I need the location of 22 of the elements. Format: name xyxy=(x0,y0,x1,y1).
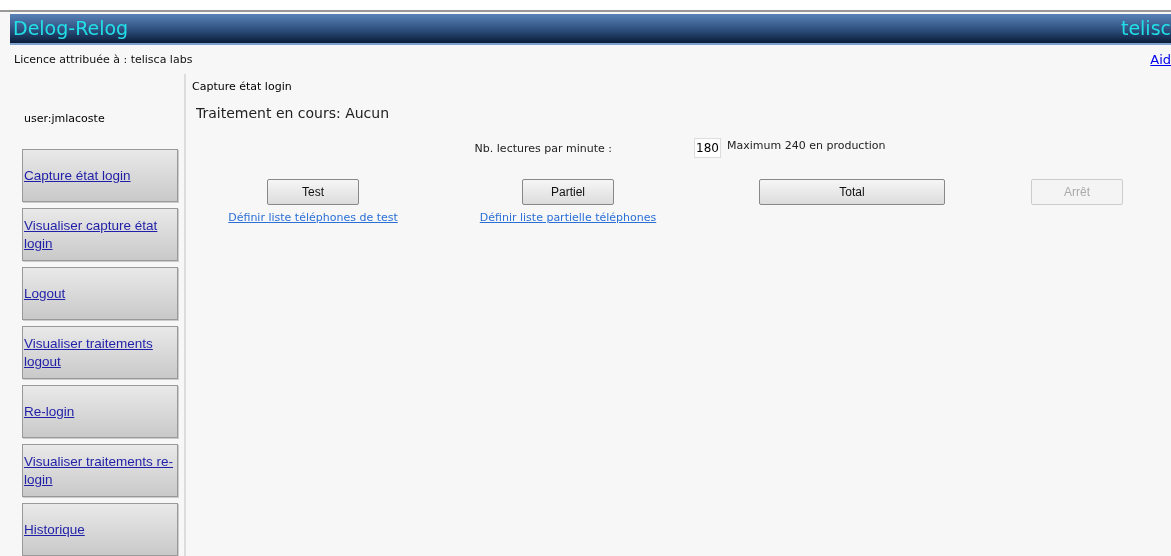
rate-hint: Maximum 240 en production xyxy=(726,138,886,152)
app-title: Delog-Relog xyxy=(12,17,130,40)
rate-label: Nb. lectures par minute : xyxy=(473,141,613,155)
page-title: Capture état login xyxy=(192,79,293,95)
sidebar-item[interactable]: Visualiser traitements re-login xyxy=(22,444,178,497)
action-button[interactable]: Total xyxy=(759,179,945,205)
list-link[interactable]: Définir liste téléphones de test xyxy=(228,211,398,224)
brand-name: telisc xyxy=(1120,17,1171,40)
sidebar-item[interactable]: Capture état login xyxy=(22,149,178,202)
action-button[interactable]: Partiel xyxy=(522,179,614,205)
sidebar-item[interactable]: Historique xyxy=(22,503,178,556)
action-button[interactable]: Test xyxy=(267,179,359,205)
licence-text: Licence attribuée à : telisca labs xyxy=(13,52,193,66)
sidebar-item[interactable]: Visualiser capture état login xyxy=(22,208,178,261)
user-label: user:jmlacoste xyxy=(23,112,106,127)
sidebar-item[interactable]: Visualiser traitements logout xyxy=(22,326,178,379)
sidebar-item[interactable]: Logout xyxy=(22,267,178,320)
help-link[interactable]: Aid xyxy=(1150,51,1171,67)
list-link[interactable]: Définir liste partielle téléphones xyxy=(479,211,657,224)
status-text: Traitement en cours: Aucun xyxy=(195,105,391,123)
sidebar-item[interactable]: Re-login xyxy=(22,385,178,438)
rate-field[interactable]: 180 xyxy=(694,138,721,158)
